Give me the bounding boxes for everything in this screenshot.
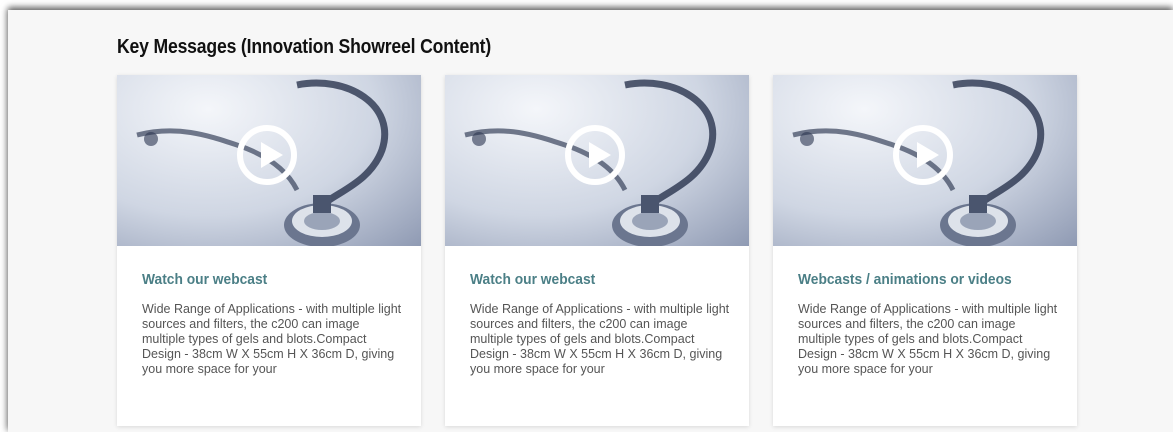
stethoscope-thumbnail[interactable] <box>773 75 1077 246</box>
video-card[interactable]: Watch our webcast Wide Range of Applicat… <box>445 75 749 426</box>
card-title[interactable]: Webcasts / animations or videos <box>798 271 1012 288</box>
section-title: Key Messages (Innovation Showreel Conten… <box>117 36 492 58</box>
play-icon[interactable] <box>565 125 625 185</box>
card-list: Watch our webcast Wide Range of Applicat… <box>117 75 1077 426</box>
card-title[interactable]: Watch our webcast <box>470 271 595 288</box>
card-description: Wide Range of Applications - with multip… <box>142 302 402 376</box>
stethoscope-thumbnail[interactable] <box>445 75 749 246</box>
content-panel: Key Messages (Innovation Showreel Conten… <box>8 10 1173 432</box>
card-description: Wide Range of Applications - with multip… <box>470 302 730 376</box>
video-card[interactable]: Webcasts / animations or videos Wide Ran… <box>773 75 1077 426</box>
video-card[interactable]: Watch our webcast Wide Range of Applicat… <box>117 75 421 426</box>
card-description: Wide Range of Applications - with multip… <box>798 302 1058 376</box>
stethoscope-thumbnail[interactable] <box>117 75 421 246</box>
play-icon[interactable] <box>893 125 953 185</box>
play-icon[interactable] <box>237 125 297 185</box>
card-title[interactable]: Watch our webcast <box>142 271 267 288</box>
